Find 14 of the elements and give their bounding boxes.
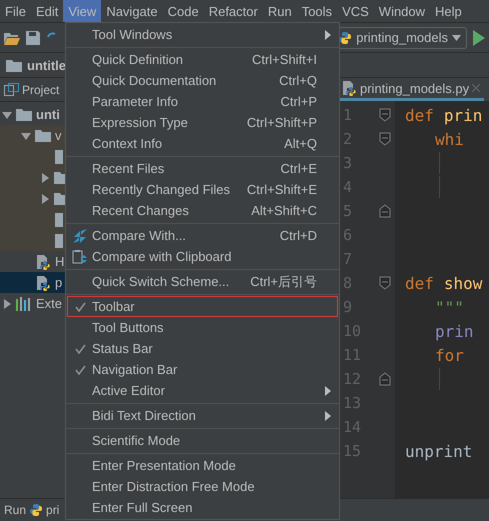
code-token: """ — [435, 298, 464, 316]
code-token: unprint — [405, 442, 472, 460]
tree-label: unti — [36, 107, 60, 122]
code-token: def — [405, 274, 434, 292]
code-token: whi — [435, 130, 464, 148]
code-token: def — [405, 106, 434, 124]
code-token: show — [444, 274, 482, 292]
code-token: prin — [444, 106, 482, 124]
tree-label: p — [55, 275, 62, 290]
tree-label: Exte — [36, 296, 62, 311]
tree-label: H — [55, 254, 64, 269]
code-token: prin — [435, 322, 474, 340]
code-token: for — [435, 346, 464, 364]
tree-label: v — [55, 128, 62, 143]
